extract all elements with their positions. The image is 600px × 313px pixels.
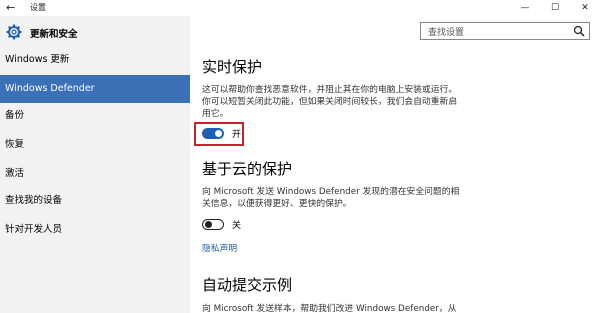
realtime-toggle-label: 开 <box>232 130 242 140</box>
sidebar-item-activation[interactable]: 激活 <box>0 160 190 188</box>
close-button[interactable]: ✕ <box>570 0 600 16</box>
realtime-protection-heading: 实时保护 <box>202 58 263 76</box>
cloud-protection-heading: 基于云的保护 <box>202 160 293 178</box>
sidebar-item-windows-update[interactable]: Windows 更新 <box>0 46 190 74</box>
sample-submission-heading: 自动提交示例 <box>202 276 293 294</box>
search-placeholder: 查找设置 <box>428 28 465 38</box>
main-content: 实时保护 这可以帮助你查找恶意软件，并阻止其在你的电脑上安装或运行。你可以短暂关… <box>190 46 600 313</box>
sidebar-item-backup[interactable]: 备份 <box>0 102 190 130</box>
toggle-knob <box>205 221 212 228</box>
sidebar-item-windows-defender[interactable]: Windows Defender <box>0 75 190 103</box>
privacy-statement-link[interactable]: 隐私声明 <box>202 241 237 254</box>
toggle-knob <box>215 130 222 137</box>
realtime-protection-toggle[interactable] <box>202 128 224 139</box>
sidebar-item-find-my-device[interactable]: 查找我的设备 <box>0 187 190 215</box>
sidebar: 更新和安全 Windows 更新 Windows Defender 备份 恢复 … <box>0 16 190 313</box>
realtime-protection-description: 这可以帮助你查找恶意软件，并阻止其在你的电脑上安装或运行。你可以短暂关闭此功能，… <box>202 85 458 119</box>
search-icon[interactable] <box>573 25 585 37</box>
cloud-protection-description: 向 Microsoft 发送 Windows Defender 发现的潜在安全问… <box>202 187 460 209</box>
sidebar-item-recovery[interactable]: 恢复 <box>0 131 190 159</box>
cloud-protection-toggle[interactable] <box>202 219 224 230</box>
search-input[interactable]: 查找设置 <box>420 22 590 40</box>
gear-icon <box>6 24 22 40</box>
maximize-button[interactable]: ☐ <box>540 0 570 16</box>
window-title: 设置 <box>30 3 46 12</box>
minimize-button[interactable]: — <box>510 0 540 16</box>
section-title: 更新和安全 <box>30 29 78 40</box>
back-arrow-icon[interactable]: ← <box>6 1 15 15</box>
sample-submission-description: 向 Microsoft 发送样本，帮助我们改进 Windows Defender… <box>202 304 457 313</box>
sidebar-item-for-developers[interactable]: 针对开发人员 <box>0 216 190 244</box>
title-bar: ← 设置 — ☐ ✕ <box>0 0 600 16</box>
cloud-toggle-label: 关 <box>232 221 242 231</box>
